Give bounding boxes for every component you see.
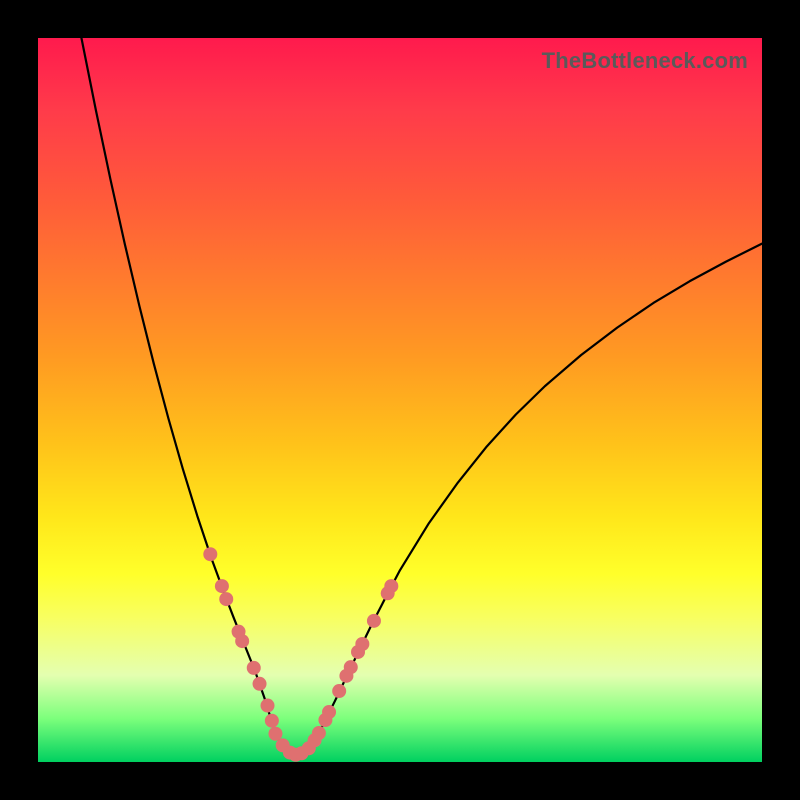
curve-group: [81, 38, 762, 755]
data-point: [344, 660, 358, 674]
data-point: [215, 579, 229, 593]
data-point: [219, 592, 233, 606]
bottleneck-curve: [81, 38, 762, 755]
data-point: [268, 727, 282, 741]
data-point: [261, 699, 275, 713]
data-point: [384, 579, 398, 593]
data-point: [203, 547, 217, 561]
data-point: [247, 661, 261, 675]
data-point: [312, 726, 326, 740]
plot-area: TheBottleneck.com: [38, 38, 762, 762]
marker-group: [203, 547, 398, 762]
chart-svg: [38, 38, 762, 762]
data-point: [322, 705, 336, 719]
data-point: [367, 614, 381, 628]
data-point: [265, 714, 279, 728]
data-point: [355, 637, 369, 651]
chart-stage: TheBottleneck.com: [0, 0, 800, 800]
data-point: [332, 684, 346, 698]
data-point: [235, 634, 249, 648]
data-point: [253, 677, 267, 691]
